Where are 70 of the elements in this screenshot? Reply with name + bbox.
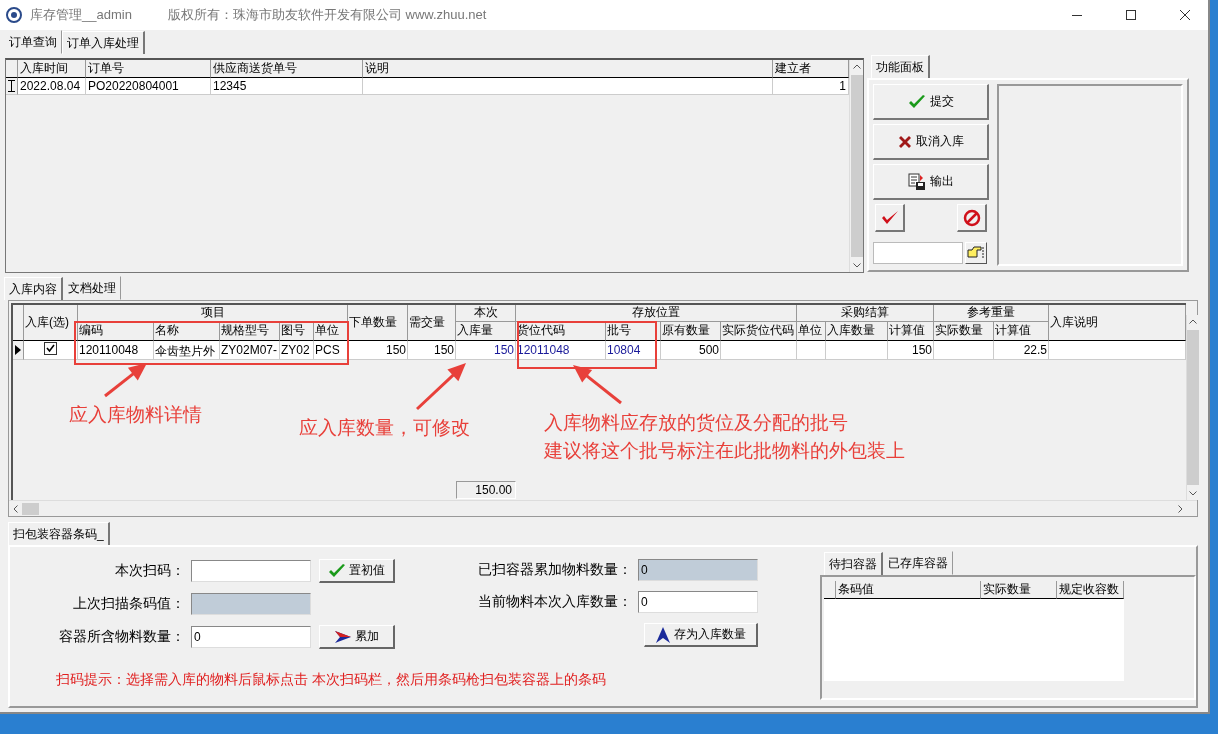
table-cell: 120110048 xyxy=(78,341,154,360)
input-field[interactable]: 0 xyxy=(191,626,311,648)
group-header: 参考重量 xyxy=(934,305,1049,322)
table-cell: 12011048 xyxy=(516,341,606,360)
table-cell: 10804 xyxy=(606,341,661,360)
annotation-text: 入库物料应存放的货位及分配的批号 xyxy=(544,411,849,435)
tab[interactable]: 功能面板 xyxy=(871,55,930,78)
table-cell: 500 xyxy=(661,341,721,360)
copyright-text: 版权所有：珠海市助友软件开发有限公司 www.zhuu.net xyxy=(167,6,488,24)
column-header: 实际数量 xyxy=(981,581,1057,599)
column-header: 计算值 xyxy=(994,322,1049,341)
column-header: 条码值 xyxy=(836,581,981,599)
table-cell: 12345 xyxy=(211,78,363,95)
toolbar-button[interactable]: 取消入库 xyxy=(873,124,989,160)
annotation-text: 建议将这个批号标注在此批物料的外包装上 xyxy=(544,439,905,463)
table-cell: PO20220804001 xyxy=(86,78,211,95)
annotation-text: 应入库数量，可修改 xyxy=(299,416,470,440)
total-field: 150.00 xyxy=(456,481,516,499)
column-header: 需交量 xyxy=(408,305,456,341)
action-button[interactable]: 置初值 xyxy=(319,559,395,583)
field-label: 容器所含物料数量： xyxy=(58,628,185,646)
field-label: 当前物料本次入库数量： xyxy=(477,593,632,611)
input-field[interactable]: 0 xyxy=(638,591,758,613)
table-cell: 1 xyxy=(773,78,849,95)
table-cell: 150 xyxy=(408,341,456,360)
field-label: 上次扫描条码值： xyxy=(72,595,185,613)
table-cell: PCS xyxy=(314,341,348,360)
window-title: 库存管理__admin xyxy=(30,6,132,24)
tab[interactable]: 入库内容 xyxy=(4,277,63,300)
column-header: 实际货位代码 xyxy=(721,322,797,341)
toolbar-button[interactable]: 输出 xyxy=(873,164,989,200)
save-quantity-button[interactable]: 存为入库数量 xyxy=(644,623,758,647)
group-header: 存放位置 xyxy=(516,305,797,322)
table-cell: 150 xyxy=(348,341,408,360)
column-header: 入库数量 xyxy=(826,322,888,341)
column-header: 单位 xyxy=(797,322,826,341)
table-cell: 150 xyxy=(456,341,516,360)
table-cell: 伞齿垫片外 xyxy=(154,341,220,360)
column-header: 入库(选) xyxy=(24,305,78,341)
tab[interactable]: 扫包装容器条码_ xyxy=(8,522,110,545)
column-header: 入库说明 xyxy=(1049,305,1186,341)
table-cell: ZY02 xyxy=(280,341,314,360)
input-field[interactable]: 0 xyxy=(638,559,758,581)
toolbar-button[interactable]: 提交 xyxy=(873,84,989,120)
column-header: 原有数量 xyxy=(661,322,721,341)
annotation-text: 应入库物料详情 xyxy=(69,403,202,427)
table-cell: 22.5 xyxy=(994,341,1049,360)
column-header: 供应商送货单号 xyxy=(211,60,363,78)
group-header: 采购结算 xyxy=(797,305,934,322)
column-header: 建立者 xyxy=(773,60,849,78)
tab[interactable]: 待扫容器 xyxy=(824,552,883,575)
column-header: 计算值 xyxy=(888,322,934,341)
column-header: 规定收容数 xyxy=(1057,581,1124,599)
column-header: 实际数量 xyxy=(934,322,994,341)
column-header: 入库量 xyxy=(456,322,516,341)
column-header: 订单号 xyxy=(86,60,211,78)
column-header: 说明 xyxy=(363,60,773,78)
group-header: 本次 xyxy=(456,305,516,322)
field-label: 已扫容器累加物料数量： xyxy=(477,561,632,579)
tab[interactable]: 订单入库处理 xyxy=(62,31,145,54)
tab[interactable]: 已存库容器 xyxy=(883,551,953,575)
column-header: 入库时间 xyxy=(18,60,86,78)
table-cell: ZY02M07- xyxy=(220,341,280,360)
action-button[interactable]: 累加 xyxy=(319,625,395,649)
field-label: 本次扫码： xyxy=(114,562,185,580)
tab[interactable]: 文档处理 xyxy=(63,276,121,300)
scan-hint-text: 扫码提示：选择需入库的物料后鼠标点击 本次扫码栏，然后用条码枪扫包装容器上的条码 xyxy=(55,670,607,689)
column-header: 下单数量 xyxy=(348,305,408,341)
table-cell: 150 xyxy=(888,341,934,360)
table-cell: 2022.08.04 xyxy=(18,78,86,95)
